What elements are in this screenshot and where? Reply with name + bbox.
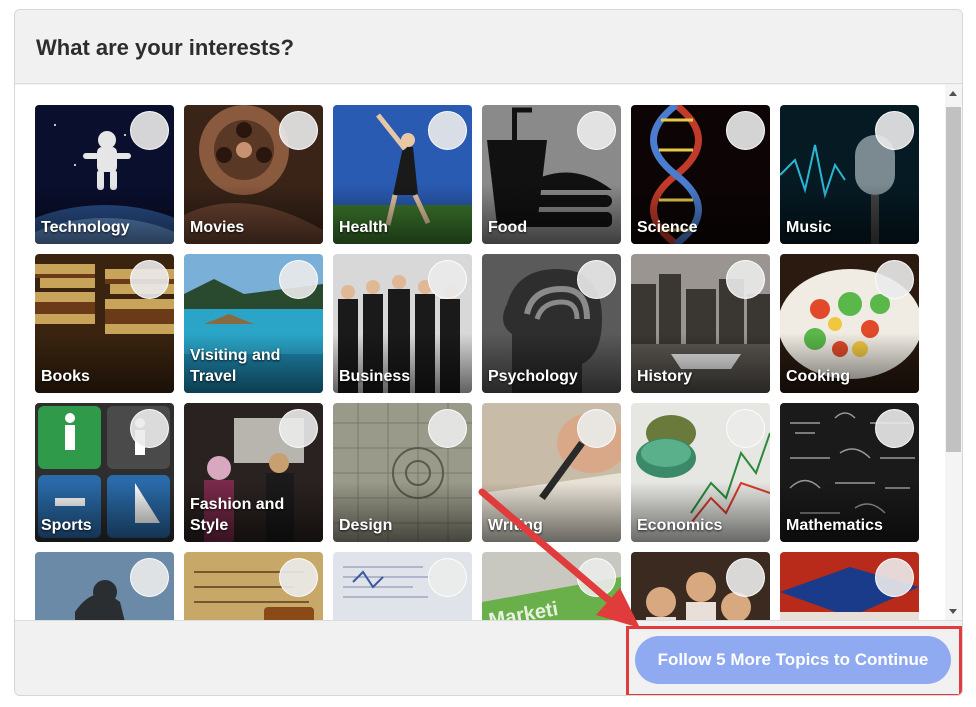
select-circle-icon[interactable]	[428, 558, 467, 597]
select-circle-icon[interactable]	[130, 409, 169, 448]
topic-tile-food[interactable]: Food	[482, 105, 621, 244]
scroll-up-arrow-icon[interactable]	[949, 91, 957, 96]
select-circle-icon[interactable]	[279, 558, 318, 597]
topic-tile-psychology[interactable]: Psychology	[482, 254, 621, 393]
topic-label: Science	[637, 219, 698, 236]
topic-label: Food	[488, 219, 528, 236]
select-circle-icon[interactable]	[726, 558, 765, 597]
scroll-down-arrow-icon[interactable]	[949, 609, 957, 614]
topic-tile-music[interactable]: Music	[780, 105, 919, 244]
topic-label: Psychology	[488, 368, 578, 385]
dialog-title: What are your interests?	[36, 35, 294, 60]
topic-tile-marketing[interactable]: Marketi	[482, 552, 621, 620]
vertical-scrollbar[interactable]	[945, 85, 962, 620]
topic-tile-fashion[interactable]: Fashion and Style	[184, 403, 323, 542]
select-circle-icon[interactable]	[875, 111, 914, 150]
topic-label: Writing	[488, 517, 543, 534]
topic-tile-technology[interactable]: Technology	[35, 105, 174, 244]
topic-label: Mathematics	[786, 517, 883, 534]
select-circle-icon[interactable]	[875, 409, 914, 448]
select-circle-icon[interactable]	[577, 111, 616, 150]
topic-tile-finance[interactable]	[333, 552, 472, 620]
continue-button[interactable]: Follow 5 More Topics to Continue	[635, 636, 951, 684]
select-circle-icon[interactable]	[875, 260, 914, 299]
topic-label: Books	[41, 368, 90, 385]
topic-label: Sports	[41, 517, 92, 534]
select-circle-icon[interactable]	[279, 409, 318, 448]
dialog-footer: Follow 5 More Topics to Continue	[15, 620, 962, 695]
topic-label: Health	[339, 219, 388, 236]
topic-tile-philosophy[interactable]	[35, 552, 174, 620]
topic-label: Movies	[190, 219, 245, 236]
topic-tile-books[interactable]: Books	[35, 254, 174, 393]
topic-tile-writing[interactable]: Writing	[482, 403, 621, 542]
topic-label: History	[637, 368, 693, 385]
select-circle-icon[interactable]	[726, 260, 765, 299]
topic-label: Economics	[637, 517, 723, 534]
select-circle-icon[interactable]	[428, 260, 467, 299]
topic-tile-law[interactable]	[184, 552, 323, 620]
select-circle-icon[interactable]	[130, 260, 169, 299]
select-circle-icon[interactable]	[577, 409, 616, 448]
topic-tile-sports[interactable]: Sports	[35, 403, 174, 542]
topic-label: Music	[786, 219, 832, 236]
topic-tile-economics[interactable]: Economics	[631, 403, 770, 542]
topic-tile-relationships[interactable]	[631, 552, 770, 620]
select-circle-icon[interactable]	[577, 260, 616, 299]
topic-tile-education[interactable]	[780, 552, 919, 620]
topic-label: Fashion and Style	[190, 496, 285, 534]
select-circle-icon[interactable]	[726, 111, 765, 150]
topic-tile-cooking[interactable]: Cooking	[780, 254, 919, 393]
topic-label: Business	[339, 368, 411, 385]
topic-label: Technology	[41, 219, 130, 236]
topic-tile-mathematics[interactable]: Mathematics	[780, 403, 919, 542]
scroll-thumb[interactable]	[946, 107, 961, 452]
topic-label: Cooking	[786, 368, 850, 385]
select-circle-icon[interactable]	[577, 558, 616, 597]
topic-tile-business[interactable]: Business	[333, 254, 472, 393]
topic-tile-science[interactable]: Science	[631, 105, 770, 244]
topic-tile-health[interactable]: Health	[333, 105, 472, 244]
topic-label: Visiting and Travel	[190, 347, 281, 385]
topic-tile-history[interactable]: History	[631, 254, 770, 393]
select-circle-icon[interactable]	[428, 111, 467, 150]
topic-tile-travel[interactable]: Visiting and Travel	[184, 254, 323, 393]
topic-label: Design	[339, 517, 393, 534]
select-circle-icon[interactable]	[875, 558, 914, 597]
topic-tile-movies[interactable]: Movies	[184, 105, 323, 244]
topics-scroll-area[interactable]: Technology Movies Health Food Science Mu…	[15, 85, 945, 620]
topic-tile-design[interactable]: Design	[333, 403, 472, 542]
select-circle-icon[interactable]	[726, 409, 765, 448]
select-circle-icon[interactable]	[428, 409, 467, 448]
select-circle-icon[interactable]	[279, 111, 318, 150]
interests-dialog: What are your interests? Technology Movi…	[14, 9, 963, 696]
select-circle-icon[interactable]	[279, 260, 318, 299]
select-circle-icon[interactable]	[130, 558, 169, 597]
select-circle-icon[interactable]	[130, 111, 169, 150]
dialog-header: What are your interests?	[15, 10, 962, 84]
